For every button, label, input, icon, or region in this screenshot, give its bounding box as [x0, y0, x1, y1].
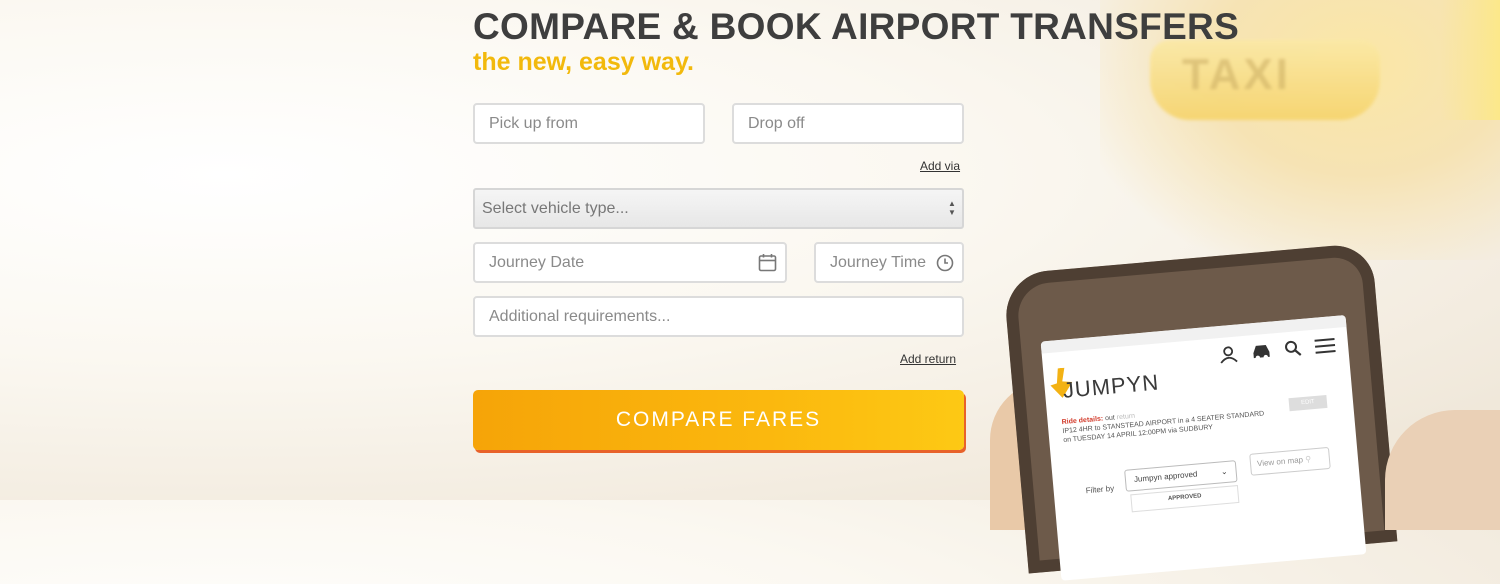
taxi-sign-image: TAXI — [1150, 40, 1380, 120]
page-title: COMPARE & BOOK AIRPORT TRANSFERS — [473, 6, 1240, 47]
ride-details-direction: out — [1104, 414, 1116, 423]
dropoff-input[interactable] — [732, 103, 964, 144]
chevron-down-icon: ⌄ — [1220, 466, 1229, 477]
phone-image: JUMPYN Ride details: out return IP12 4HR… — [1002, 242, 1398, 581]
phone-app-logo: JUMPYN — [1061, 369, 1161, 403]
phone-view-map-label: View on map — [1256, 455, 1304, 469]
page-subtitle: the new, easy way. — [473, 48, 694, 76]
add-return-link[interactable]: Add return — [900, 352, 956, 366]
pickup-input[interactable] — [473, 103, 705, 144]
taxi-sign-text: TAXI — [1182, 50, 1291, 99]
phone-view-map-button: View on map ⚲ — [1249, 446, 1331, 476]
add-via-link[interactable]: Add via — [920, 159, 960, 173]
clock-icon[interactable] — [936, 254, 954, 272]
compare-fares-button[interactable]: COMPARE FARES — [473, 390, 964, 450]
phone-screen: JUMPYN Ride details: out return IP12 4HR… — [1040, 314, 1367, 581]
phone-nav-icons — [1218, 336, 1337, 364]
vehicle-type-select[interactable]: Select vehicle type... ▲ ▼ — [473, 188, 964, 229]
user-icon — [1220, 346, 1238, 364]
additional-requirements-input[interactable] — [473, 296, 964, 337]
select-arrows-icon: ▲ ▼ — [948, 199, 956, 217]
car-icon — [1253, 345, 1270, 360]
ride-details-return: return — [1116, 412, 1136, 422]
search-icon — [1285, 340, 1302, 356]
map-pin-icon: ⚲ — [1304, 454, 1312, 465]
journey-date-input[interactable] — [473, 242, 787, 283]
hand-right-image — [1385, 410, 1500, 530]
menu-icon — [1314, 338, 1336, 354]
background-edge — [1440, 0, 1500, 120]
vehicle-type-value: Select vehicle type... — [482, 200, 629, 217]
phone-filter-value: Jumpyn approved — [1133, 469, 1198, 485]
calendar-icon[interactable] — [758, 253, 777, 272]
phone-filter-label: Filter by — [1085, 483, 1115, 496]
